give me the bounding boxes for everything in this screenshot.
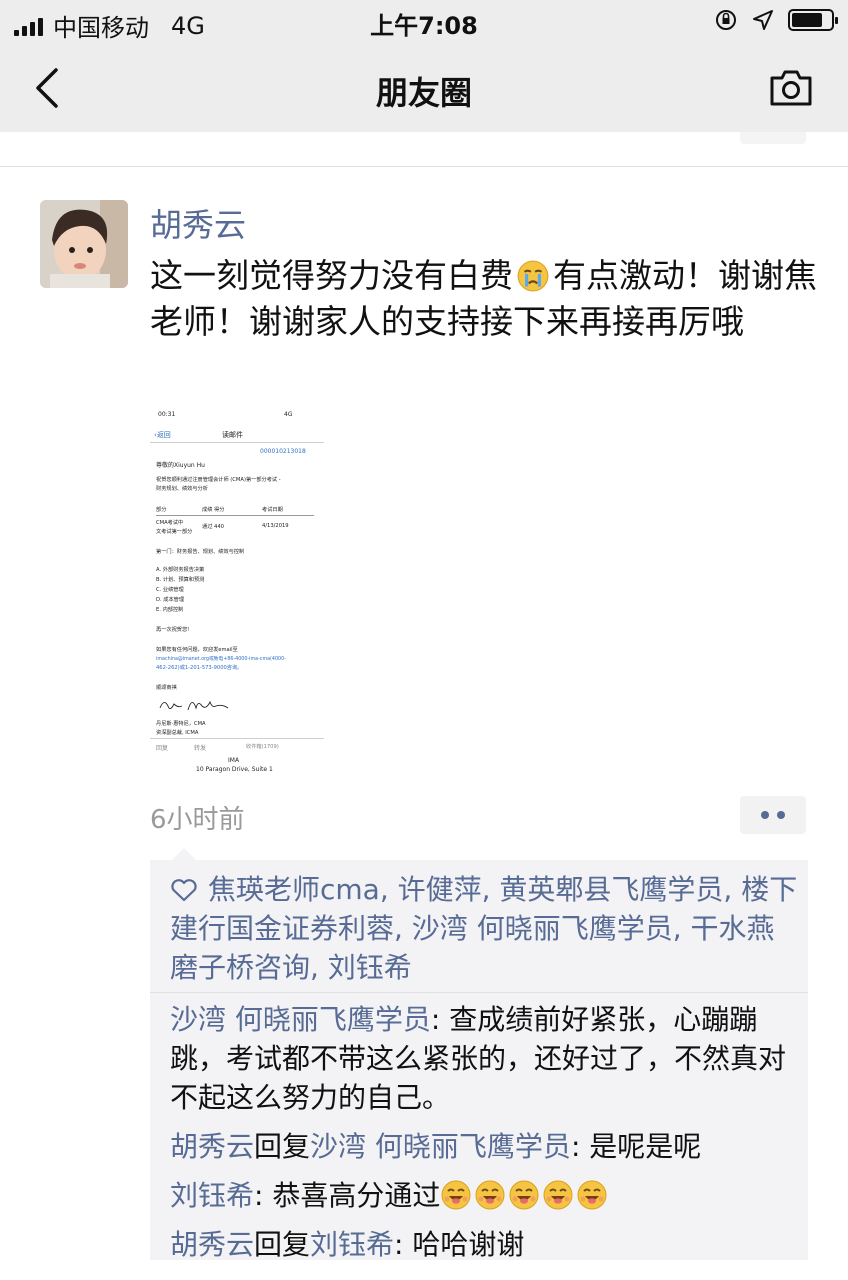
camera-icon[interactable] — [768, 66, 814, 108]
attach-row-date: 4/13/2019 — [262, 523, 289, 529]
attach-ref: 000010213018 — [260, 448, 306, 455]
comment-reply-word: 回复 — [254, 1130, 311, 1163]
post-time: 6小时前 — [150, 805, 245, 835]
post-image[interactable]: 00:31 4G ‹返回 读邮件 000010213018 尊敬的Xiuyun … — [150, 402, 324, 774]
signature-image — [159, 700, 229, 711]
attach-status-time: 00:31 — [158, 411, 176, 418]
location-icon — [753, 10, 773, 30]
comment-item[interactable]: 胡秀云回复沙湾 何晓丽飞鹰学员: 是呢是呢 — [170, 1127, 802, 1166]
battery-icon — [788, 9, 838, 31]
attach-part-title: 第一门：财务报告、规划、绩效与控制 — [156, 549, 245, 555]
attach-body2: 财务规划、绩效与分析 — [156, 486, 208, 492]
status-bar: 中国移动 4G 上午7:08 — [0, 0, 848, 44]
comment-item[interactable]: 沙湾 何晓丽飞鹰学员: 查成绩前好紧张，心蹦蹦跳，考试都不带这么紧张的，还好过了… — [170, 1000, 802, 1117]
attach-contact3: 462-262)或1-201-573-9000咨询。 — [156, 665, 243, 671]
emoji-row — [440, 1179, 610, 1212]
dot-icon — [777, 811, 785, 819]
attach-body1: 祝贺您顺利通过注册管理会计师 (CMA)第一部分考试 - — [156, 477, 281, 483]
attach-item-a: A. 外部财务报告决策 — [156, 567, 205, 573]
attach-footer1: IMA — [228, 757, 240, 764]
attach-item-b: B. 计划、预算和预测 — [156, 577, 205, 583]
attach-item-e: E. 内部控制 — [156, 607, 184, 613]
comment-text: : 恭喜高分通过 — [254, 1179, 441, 1212]
comment-author[interactable]: 刘钰希 — [170, 1179, 254, 1212]
attach-row1b: 文考试第一部分 — [156, 529, 193, 535]
attach-contact1: 如果您有任何问题，欢迎发email至 — [156, 647, 238, 653]
heart-icon — [171, 879, 197, 902]
attach-greeting: 尊敬的Xiuyun Hu — [156, 462, 205, 469]
attach-status-right: 4G — [284, 411, 293, 418]
interaction-panel: 焦瑛老师cma, 许健萍, 黄英郫县飞鹰学员, 楼下建行国金证券利蓉, 沙湾 何… — [150, 848, 808, 1261]
avatar[interactable] — [40, 200, 128, 288]
attach-forward: 转发 — [194, 745, 207, 752]
comment-reply-word: 回复 — [254, 1228, 311, 1261]
post-text-part1: 这一刻觉得努力没有白费 — [150, 256, 513, 295]
attach-row-result: 通过 440 — [202, 524, 224, 530]
attach-col3: 考试日期 — [262, 507, 283, 513]
orientation-lock-icon — [716, 10, 736, 30]
crying-emoji-icon — [517, 260, 549, 292]
attach-sign2: 资深副总裁, ICMA — [156, 730, 199, 736]
attach-regards: 顺颂商祺 — [156, 685, 177, 691]
nav-bar: 朋友圈 — [0, 44, 848, 132]
post-actions-button[interactable] — [740, 796, 806, 834]
grin-emoji-icon — [577, 1180, 607, 1210]
dot-icon — [761, 811, 769, 819]
comment-text: : 哈哈谢谢 — [394, 1228, 525, 1261]
comment-text: : 是呢是呢 — [570, 1130, 702, 1163]
attach-header: 读邮件 — [222, 431, 243, 439]
comment-reply-target[interactable]: 刘钰希 — [310, 1228, 394, 1261]
attach-row1a: CMA考试中 — [156, 520, 184, 526]
grin-emoji-icon — [509, 1180, 539, 1210]
previous-post-remnant — [0, 132, 848, 168]
attach-contact2: imachina@imanet.org或致电+86-4000-ima-cma(4… — [156, 657, 286, 662]
comment-item[interactable]: 刘钰希: 恭喜高分通过 — [170, 1176, 802, 1215]
page-title: 朋友圈 — [375, 74, 472, 112]
comment-item[interactable]: 胡秀云回复刘钰希: 哈哈谢谢 — [170, 1225, 802, 1264]
likes-names[interactable]: 焦瑛老师cma, 许健萍, 黄英郫县飞鹰学员, 楼下建行国金证券利蓉, 沙湾 何… — [170, 873, 797, 984]
post-author[interactable]: 胡秀云 — [150, 200, 246, 246]
likes-list: 焦瑛老师cma, 许健萍, 黄英郫县飞鹰学员, 楼下建行国金证券利蓉, 沙湾 何… — [170, 870, 802, 987]
comment-author[interactable]: 沙湾 何晓丽飞鹰学员 — [170, 1003, 431, 1036]
attach-col1: 部分 — [156, 507, 167, 513]
comment-reply-target[interactable]: 沙湾 何晓丽飞鹰学员 — [310, 1130, 571, 1163]
grin-emoji-icon — [543, 1180, 573, 1210]
attach-back: ‹返回 — [154, 431, 171, 439]
comment-author[interactable]: 胡秀云 — [170, 1228, 254, 1261]
post-text: 这一刻觉得努力没有白费 有点激动！谢谢焦老师！谢谢家人的支持接下来再接再厉哦 — [150, 253, 820, 345]
attach-col2: 成绩 得分 — [202, 507, 225, 513]
attach-item-c: C. 业绩管理 — [156, 587, 184, 593]
comment-author[interactable]: 胡秀云 — [170, 1130, 254, 1163]
post-divider — [0, 166, 848, 167]
attach-congrats: 再一次祝贺您! — [156, 627, 190, 633]
comments-list: 沙湾 何晓丽飞鹰学员: 查成绩前好紧张，心蹦蹦跳，考试都不带这么紧张的，还好过了… — [170, 1000, 802, 1274]
grin-emoji-icon — [441, 1180, 471, 1210]
attach-inbox: 收件箱(1709) — [246, 744, 279, 750]
attach-footer2: 10 Paragon Drive, Suite 1 — [196, 766, 273, 773]
attach-reply: 回复 — [156, 745, 169, 752]
grin-emoji-icon — [475, 1180, 505, 1210]
panel-divider — [150, 992, 808, 993]
attach-item-d: D. 成本管理 — [156, 597, 185, 603]
attach-sign1: 丹尼斯·惠特尼，CMA — [156, 721, 206, 727]
